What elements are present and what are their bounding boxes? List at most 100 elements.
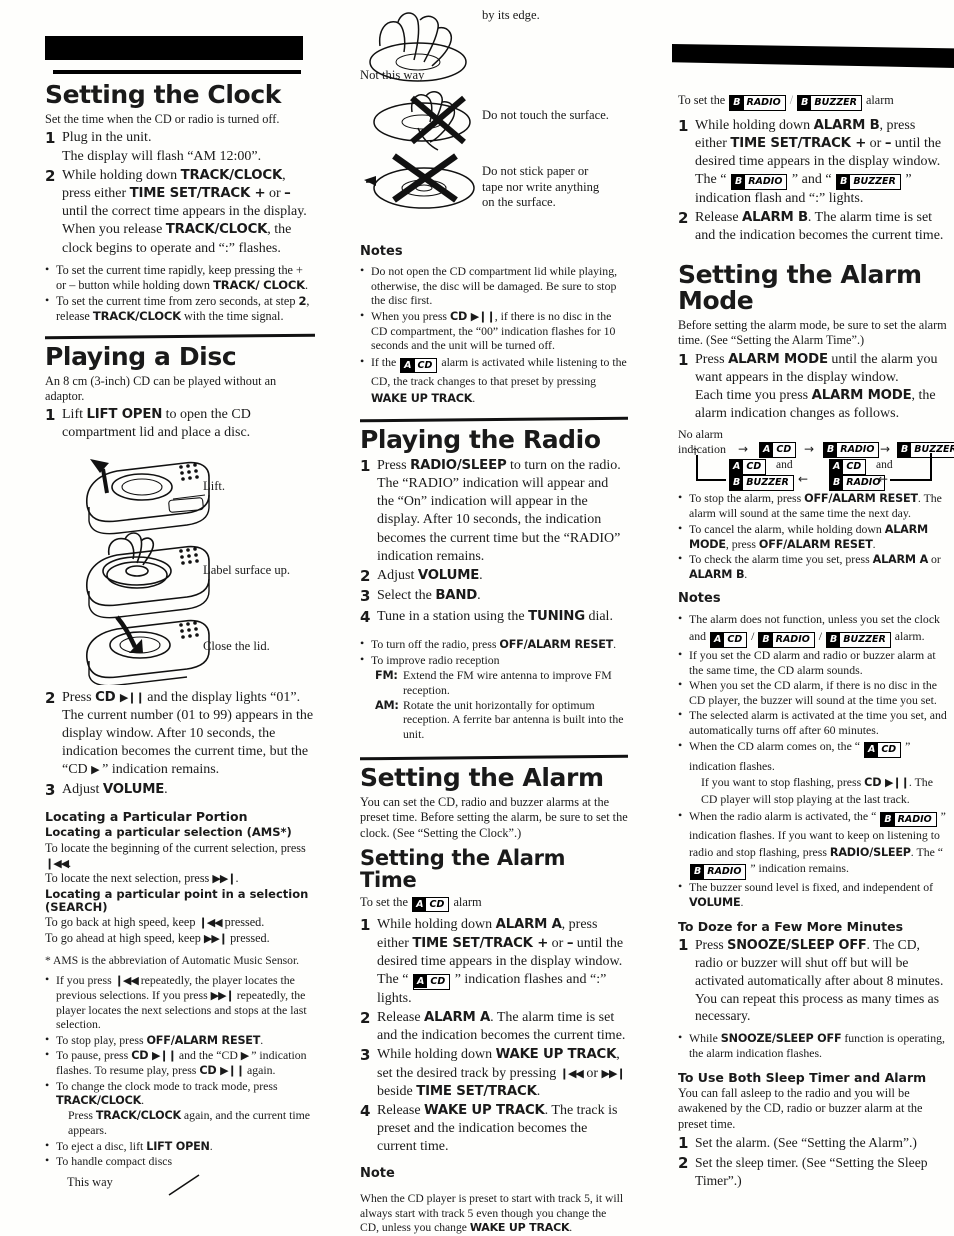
step-number: 1: [678, 350, 689, 369]
alarm-mode-notes-bullets: The alarm does not function, unless you …: [678, 610, 950, 910]
badge-separator: /: [789, 93, 794, 107]
badge-left: B: [898, 443, 912, 457]
flow-node-a-cd: A CD: [728, 457, 767, 475]
step-text: Plug in the unit. The display will flash …: [62, 130, 262, 164]
step-text: Adjust VOLUME.: [62, 781, 168, 797]
disc-care-illustration: by its edge. Not this way Do not touch t…: [360, 0, 628, 230]
step-text: Set the sleep timer. (See “Setting the S…: [695, 1155, 928, 1189]
bullet: To stop play, press OFF/ALARM RESET.: [45, 1032, 315, 1048]
clock-bullets: To set the current time rapidly, keep pr…: [45, 262, 315, 325]
badge-right: CD: [430, 975, 446, 987]
bullet: To change the clock mode to track mode, …: [45, 1078, 315, 1138]
step-text: Press SNOOZE/SLEEP OFF. The CD, radio or…: [695, 936, 944, 1024]
badge-right: RADIO: [775, 634, 810, 646]
to-set-suffix: alarm: [866, 93, 894, 107]
badge-right: RADIO: [748, 176, 783, 188]
badge-left: B: [798, 96, 812, 110]
badge-right: RADIO: [746, 97, 781, 108]
indicator-badge-b-radio: B RADIO: [880, 811, 937, 828]
alarm-mode-lead: Before setting the alarm mode, be sure t…: [678, 318, 947, 348]
to-set-prefix: To set the: [678, 93, 726, 107]
step-number: 1: [360, 456, 371, 475]
badge-left: A: [730, 460, 744, 474]
indicator-badge-b-buzzer: B BUZZER: [836, 174, 901, 191]
heading-setting-the-clock: Setting the Clock: [45, 80, 281, 109]
step-number: 2: [45, 688, 56, 707]
heading-locating-point: Locating a particular point in a selecti…: [45, 887, 309, 915]
badge-right: CD: [417, 359, 433, 371]
caption-do-not-stick-paper: Do not stick paper or tape nor write any…: [482, 164, 600, 210]
step: 2 While holding down TRACK/CLOCK, press …: [45, 167, 315, 258]
column-two: by its edge. Not this way Do not touch t…: [359, 0, 629, 1234]
badge-left: A: [413, 897, 427, 912]
am-label: AM:: [375, 698, 399, 712]
disc-bullets: If you press ❙◀◀ repeatedly, the player …: [45, 972, 315, 1169]
bullet: To set the current time from zero second…: [45, 293, 315, 325]
heading-locating-selection: Locating a particular selection (AMS*): [45, 825, 292, 840]
flow-node-a-cd: A CD: [828, 457, 867, 475]
indicator-badge-b-radio: B RADIO: [690, 864, 747, 880]
badge-right: BUZZER: [853, 176, 896, 188]
badge-right: BUZZER: [746, 477, 789, 489]
disc-notes-bullets: Do not open the CD compartment lid while…: [360, 263, 628, 408]
flow-arrow-left-icon: ←: [798, 472, 809, 487]
flow-and-word: and: [876, 459, 893, 472]
caption-not-this-way: Not this way: [360, 68, 425, 82]
alarm-mode-bullets: To stop the alarm, press OFF/ALARM RESET…: [678, 490, 950, 582]
bullet: To improve radio reception: [360, 652, 628, 668]
fm-text: Extend the FM wire antenna to improve FM…: [403, 668, 612, 697]
locating-line: To locate the beginning of the current s…: [45, 840, 306, 870]
doze-bullets: While SNOOZE/SLEEP OFF function is opera…: [678, 1030, 950, 1061]
step-number: 3: [360, 587, 371, 606]
indicator-badge-a-cd: A CD: [400, 357, 438, 374]
flow-start-label-line1: No alarm: [678, 427, 723, 442]
badge-right: BUZZER: [843, 634, 886, 646]
flow-node-b-radio: B RADIO: [822, 440, 880, 458]
bullet: While SNOOZE/SLEEP OFF function is opera…: [678, 1030, 950, 1061]
step-text: Press RADIO/SLEEP to turn on the radio. T…: [377, 457, 621, 564]
flow-node-b-buzzer: B BUZZER: [728, 473, 795, 491]
step-text: Lift LIFT OPEN to open the CD compartmen…: [62, 407, 251, 441]
fm-label: FM:: [375, 669, 398, 683]
column-one: Setting the Clock Set the time when the …: [44, 0, 316, 1233]
bullet: To eject a disc, lift LIFT OPEN.: [45, 1138, 315, 1154]
alarm-mode-cycle-diagram: No alarm indication → A CD → B RADIO → B BU…: [678, 427, 954, 491]
step: 3 Adjust VOLUME.: [45, 781, 315, 801]
bullet: To pause, press CD ▶❙❙ and the “CD ▶ ” i…: [45, 1047, 315, 1078]
am-text: Rotate the unit horizontally for optimum…: [403, 697, 624, 742]
step-text: Release WAKE UP TRACK. The track is pres…: [377, 1103, 618, 1155]
step: 4 Release WAKE UP TRACK. The track is pr…: [360, 1102, 628, 1157]
step-number: 1: [678, 1133, 689, 1152]
column-three: To set the B RADIO / B BUZZER alarm 1 Whil…: [678, 0, 954, 1233]
step: 1 Set the alarm. (See “Setting the Alarm…: [678, 1134, 950, 1154]
heading-setting-alarm-time: Setting the Alarm Time: [360, 845, 566, 892]
bullet: If you press ❙◀◀ repeatedly, the player …: [45, 972, 315, 1032]
to-set-prefix: To set the: [360, 894, 408, 909]
heading-playing-a-disc: Playing a Disc: [45, 341, 237, 371]
section-divider: [359, 416, 629, 422]
bullet: To cancel the alarm, while holding down …: [678, 521, 950, 552]
alarm-lead: You can set the CD, radio and buzzer ala…: [360, 795, 628, 840]
flow-connector-horizontal: [890, 479, 932, 482]
to-set-b-alarm-line: To set the B RADIO / B BUZZER alarm: [678, 92, 950, 111]
step-text: Press ALARM MODE until the alarm you wan…: [695, 351, 938, 422]
indicator-badge-b-radio: B RADIO: [730, 174, 788, 191]
badge-left: B: [759, 633, 773, 647]
badge-left: B: [830, 476, 844, 490]
illustration-caption-label-up: Label surface up.: [203, 562, 291, 577]
flow-arrow-up-icon: ↑: [691, 447, 700, 459]
flow-node-b-buzzer: B BUZZER: [896, 440, 954, 458]
heading-playing-the-radio: Playing the Radio: [360, 424, 601, 454]
step: 1 Plug in the unit. The display will flas…: [45, 129, 315, 165]
am-label-wrap: AM:: [375, 698, 403, 742]
step: 2 Set the sleep timer. (See “Setting the…: [678, 1154, 950, 1189]
bullet: To check the alarm time you set, press A…: [678, 551, 950, 582]
badge-left: A: [760, 443, 774, 457]
step: 3 Select the BAND.: [360, 587, 628, 607]
badge-right: CD: [429, 898, 445, 910]
heading-notes-alarm-mode: Notes: [678, 591, 721, 607]
bullet: The alarm does not function, unless you …: [678, 610, 950, 648]
step-number: 4: [360, 607, 371, 626]
step-number: 3: [45, 780, 56, 799]
step-text: Release ALARM A. The alarm time is set a…: [377, 1010, 626, 1044]
